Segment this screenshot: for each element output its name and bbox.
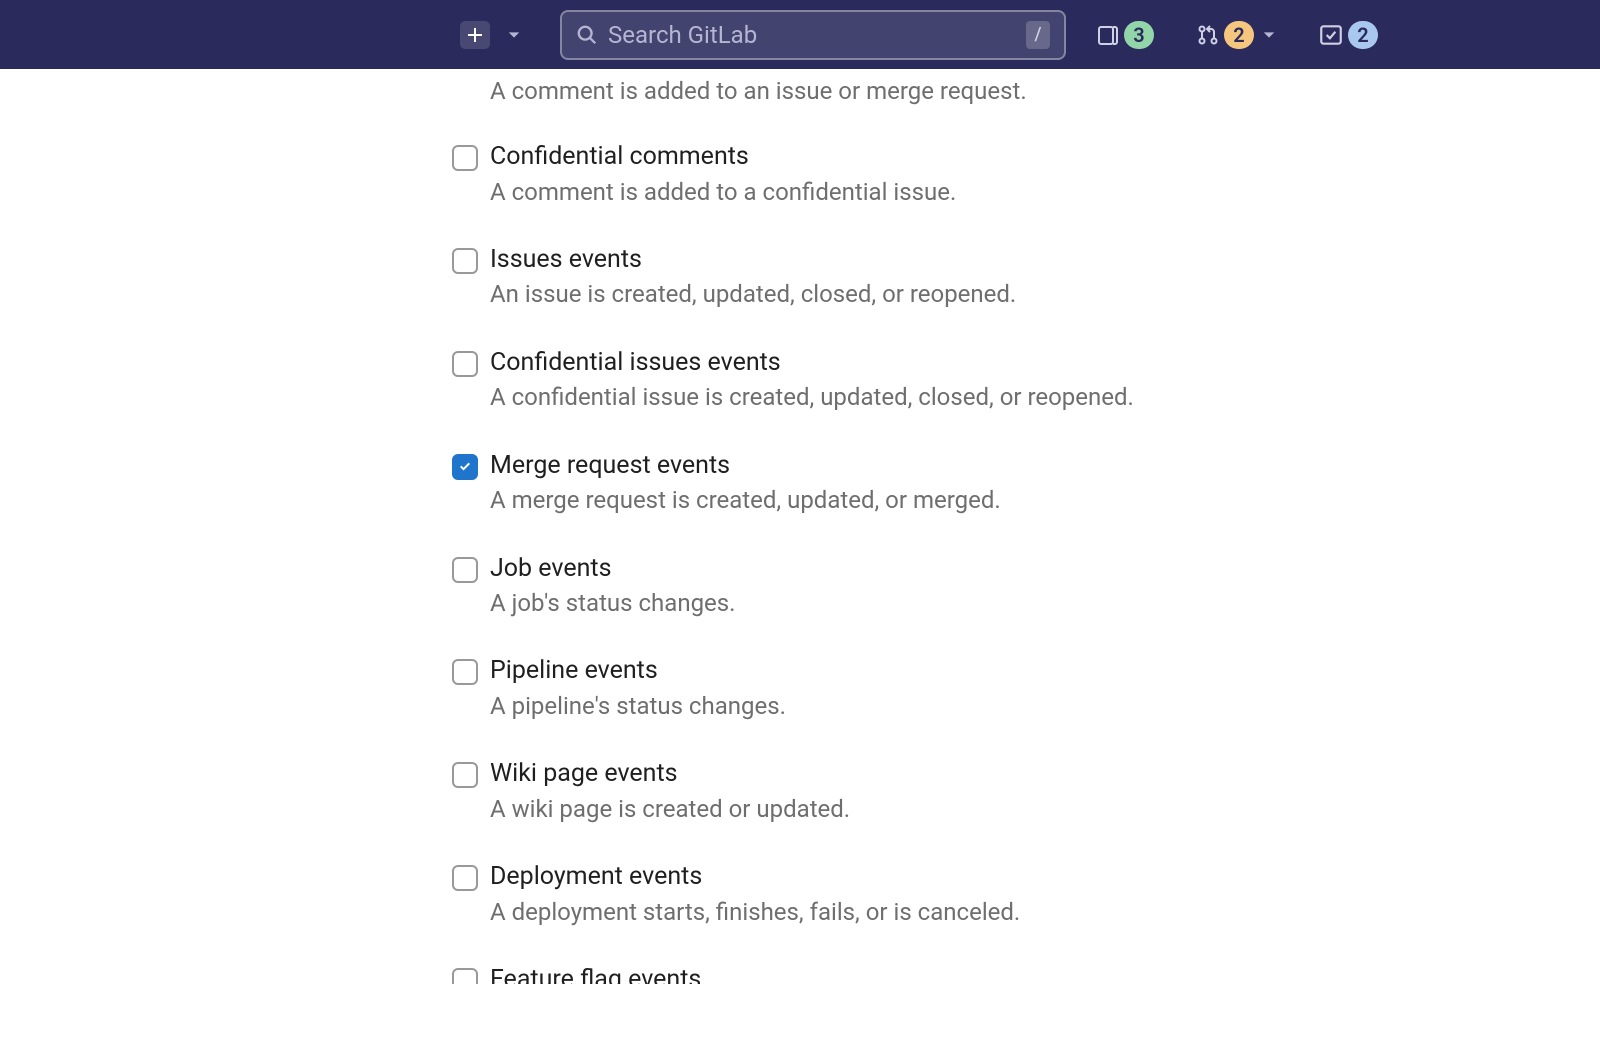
event-label: Wiki page events bbox=[490, 758, 850, 791]
event-label: Confidential comments bbox=[490, 141, 956, 174]
issues-icon bbox=[1096, 23, 1120, 47]
merge-requests-count-badge: 2 bbox=[1224, 21, 1254, 49]
event-label: Deployment events bbox=[490, 861, 1020, 894]
event-label: Issues events bbox=[490, 244, 1016, 277]
search-placeholder: Search GitLab bbox=[608, 21, 1026, 49]
event-text: Feature flag events bbox=[490, 964, 701, 984]
event-row: Confidential comments A comment is added… bbox=[452, 141, 1600, 208]
event-description: An issue is created, updated, closed, or… bbox=[490, 278, 1016, 310]
merge-requests-link[interactable]: 2 bbox=[1196, 21, 1276, 49]
todos-link[interactable]: 2 bbox=[1318, 21, 1378, 49]
event-label: Merge request events bbox=[490, 450, 1001, 483]
event-row: Confidential issues events A confidentia… bbox=[452, 347, 1600, 414]
event-checkbox[interactable] bbox=[452, 865, 478, 891]
event-description: A pipeline's status changes. bbox=[490, 690, 786, 722]
event-checkbox[interactable] bbox=[452, 145, 478, 171]
event-label: Confidential issues events bbox=[490, 347, 1134, 380]
event-row: Pipeline events A pipeline's status chan… bbox=[452, 655, 1600, 722]
event-text: Wiki page events A wiki page is created … bbox=[490, 758, 850, 825]
event-text: Issues events An issue is created, updat… bbox=[490, 244, 1016, 311]
merge-request-icon bbox=[1196, 23, 1220, 47]
check-icon bbox=[457, 459, 473, 475]
top-nav: Search GitLab / 3 2 2 bbox=[0, 0, 1600, 69]
event-text: Merge request events A merge request is … bbox=[490, 450, 1001, 517]
event-row: Merge request events A merge request is … bbox=[452, 450, 1600, 517]
event-description: A merge request is created, updated, or … bbox=[490, 484, 1001, 516]
nav-right-group: 3 2 2 bbox=[1096, 21, 1378, 49]
chevron-down-icon bbox=[1262, 28, 1276, 42]
event-checkbox[interactable] bbox=[452, 968, 478, 984]
plus-icon bbox=[467, 27, 483, 43]
event-description: A deployment starts, finishes, fails, or… bbox=[490, 896, 1020, 928]
event-description: A comment is added to a confidential iss… bbox=[490, 176, 956, 208]
nav-left-group: Search GitLab / bbox=[460, 10, 1066, 60]
event-row: Job events A job's status changes. bbox=[452, 553, 1600, 620]
event-text: Pipeline events A pipeline's status chan… bbox=[490, 655, 786, 722]
event-text: Deployment events A deployment starts, f… bbox=[490, 861, 1020, 928]
todos-icon bbox=[1318, 22, 1344, 48]
event-checkbox[interactable] bbox=[452, 557, 478, 583]
event-description: A job's status changes. bbox=[490, 587, 736, 619]
search-input[interactable]: Search GitLab / bbox=[560, 10, 1066, 60]
chevron-down-icon bbox=[507, 28, 521, 42]
event-description: A comment is added to an issue or merge … bbox=[490, 77, 1600, 105]
event-checkbox[interactable] bbox=[452, 351, 478, 377]
event-row: Wiki page events A wiki page is created … bbox=[452, 758, 1600, 825]
event-label: Feature flag events bbox=[490, 964, 701, 984]
event-checkbox[interactable] bbox=[452, 248, 478, 274]
create-new-dropdown[interactable] bbox=[502, 23, 526, 47]
issues-link[interactable]: 3 bbox=[1096, 21, 1154, 49]
todos-count-badge: 2 bbox=[1348, 21, 1378, 49]
event-checkbox[interactable] bbox=[452, 454, 478, 480]
event-description: A confidential issue is created, updated… bbox=[490, 381, 1134, 413]
event-text: Job events A job's status changes. bbox=[490, 553, 736, 620]
issues-count-badge: 3 bbox=[1124, 21, 1154, 49]
event-text: Confidential comments A comment is added… bbox=[490, 141, 956, 208]
event-label: Pipeline events bbox=[490, 655, 786, 688]
event-label: Job events bbox=[490, 553, 736, 586]
search-icon bbox=[576, 24, 598, 46]
webhook-triggers-form: A comment is added to an issue or merge … bbox=[0, 69, 1600, 984]
event-row: Deployment events A deployment starts, f… bbox=[452, 861, 1600, 928]
search-shortcut-hint: / bbox=[1026, 21, 1050, 49]
event-checkbox[interactable] bbox=[452, 659, 478, 685]
event-text: Confidential issues events A confidentia… bbox=[490, 347, 1134, 414]
event-row: Issues events An issue is created, updat… bbox=[452, 244, 1600, 311]
create-new-button[interactable] bbox=[460, 21, 490, 49]
event-row: Feature flag events bbox=[452, 964, 1600, 984]
event-description: A wiki page is created or updated. bbox=[490, 793, 850, 825]
event-checkbox[interactable] bbox=[452, 762, 478, 788]
